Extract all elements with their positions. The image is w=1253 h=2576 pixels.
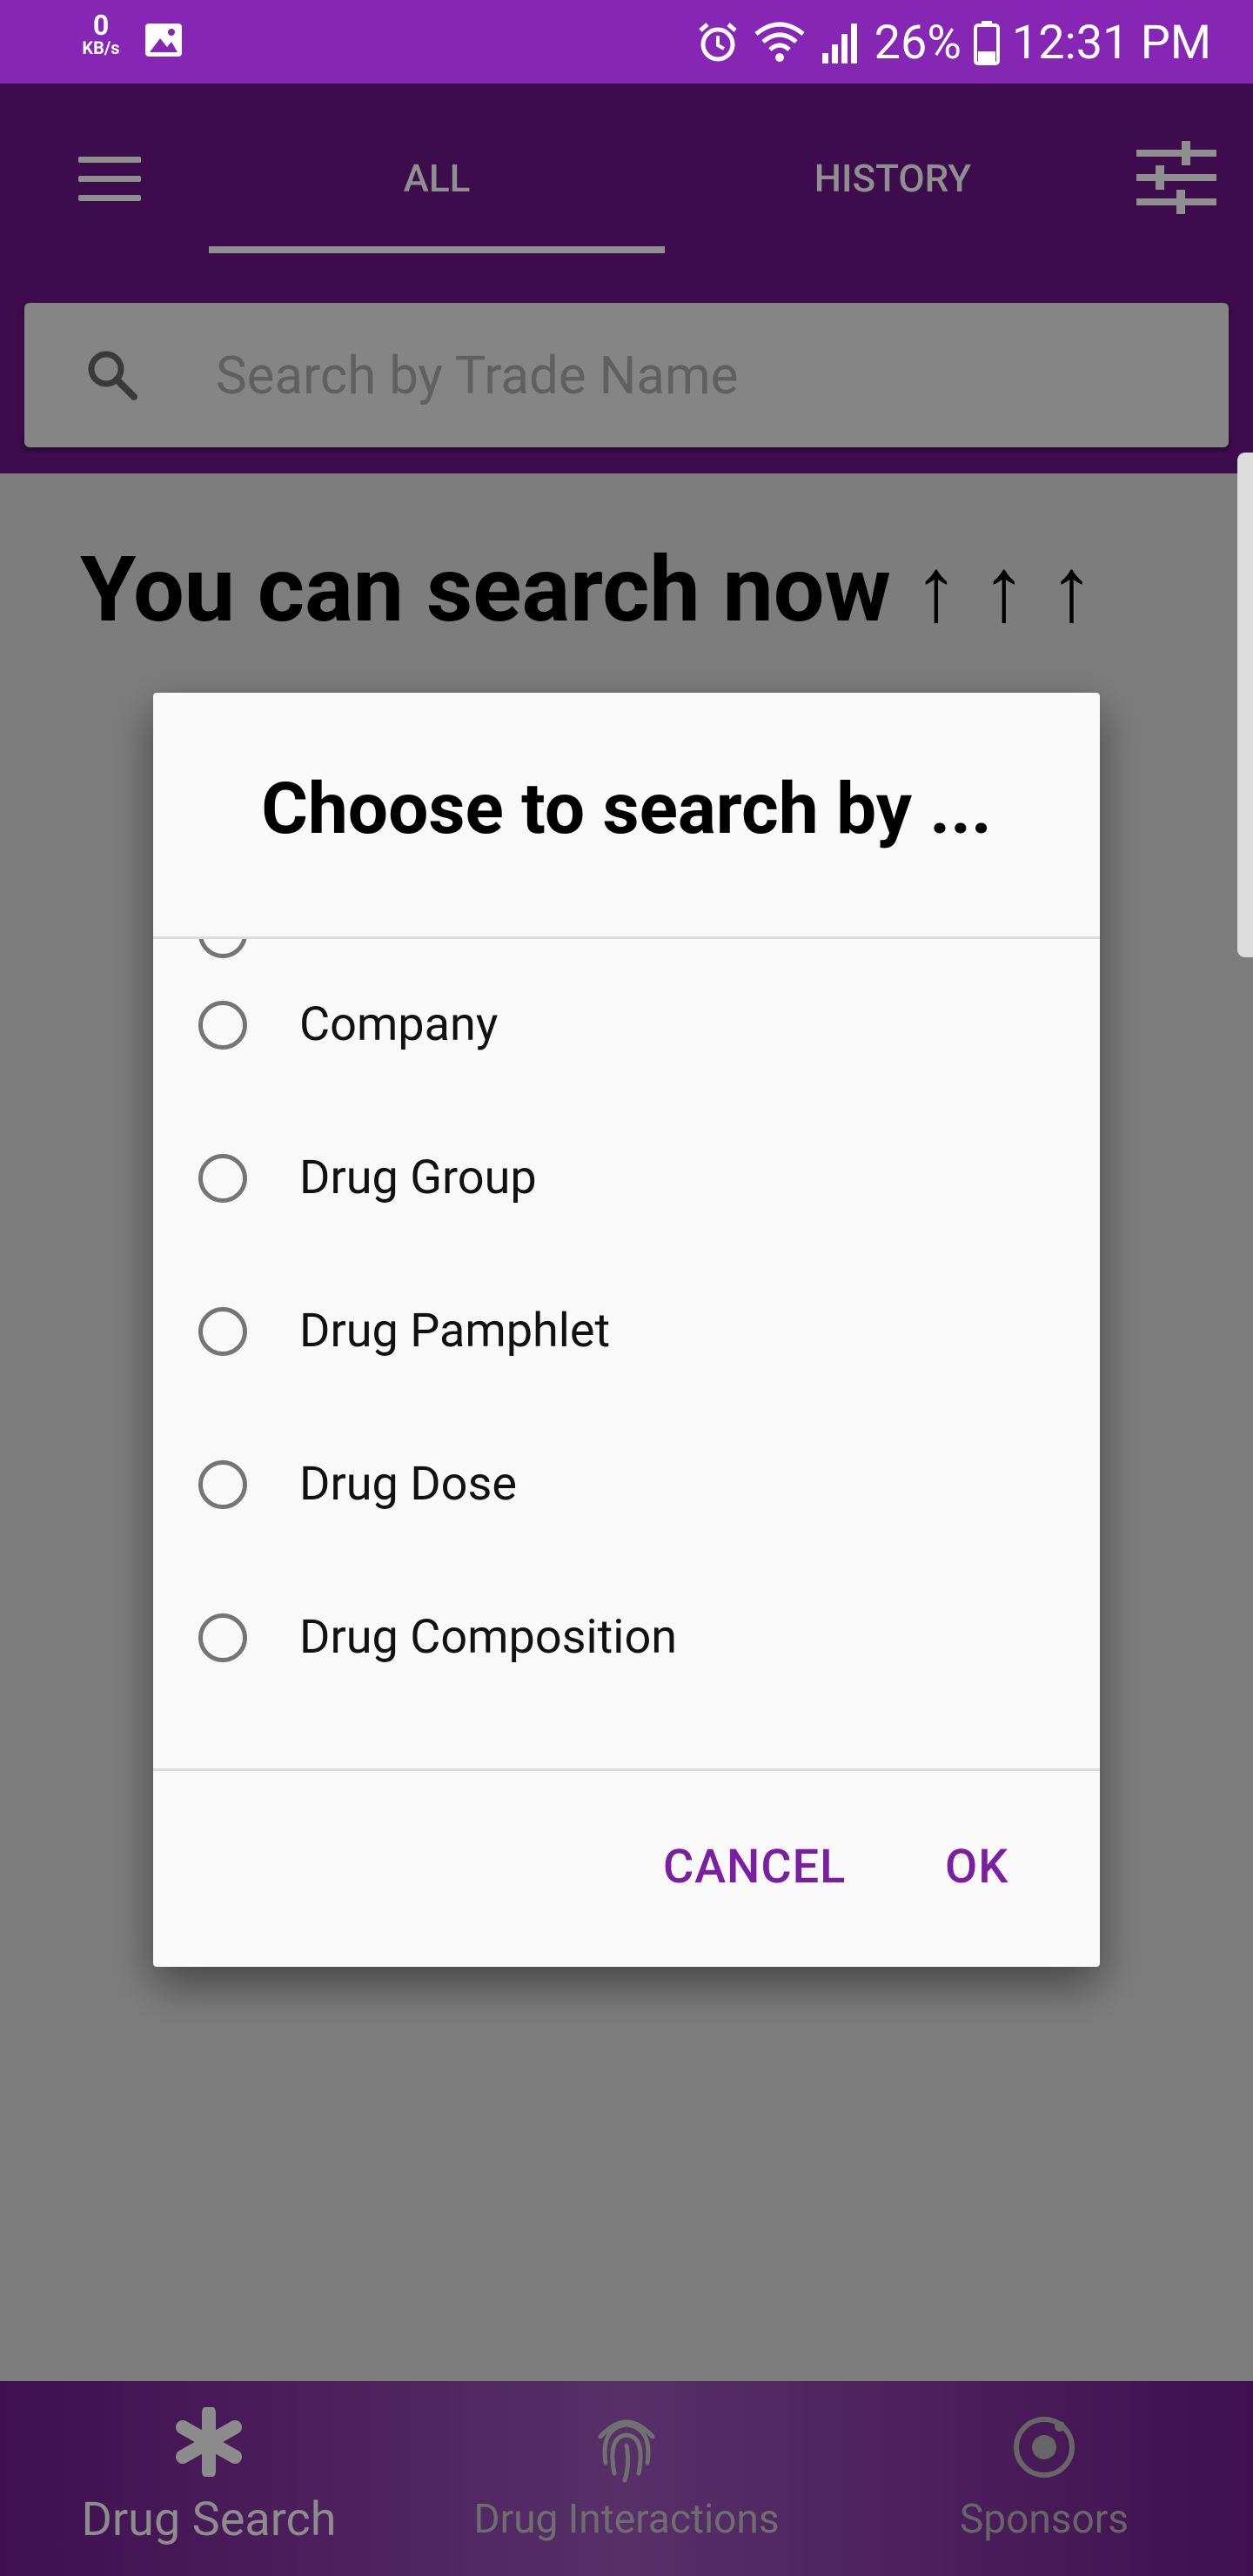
ok-button[interactable]: OK [945, 1840, 1008, 1895]
asterisk-icon [176, 2407, 242, 2477]
radio-button[interactable] [198, 1460, 247, 1509]
search-by-dialog: Choose to search by ... Company Drug Gro… [153, 693, 1100, 1967]
battery-icon [973, 21, 1000, 65]
radio-button[interactable] [198, 1001, 247, 1050]
filter-sliders-icon[interactable] [1136, 139, 1216, 216]
menu-icon[interactable] [78, 157, 141, 202]
option-company[interactable]: Company [153, 997, 1100, 1149]
wifi-icon [754, 22, 805, 62]
option-drug-composition[interactable]: Drug Composition [153, 1610, 1100, 1718]
signal-icon [821, 23, 857, 64]
nav-item-drug-interactions[interactable]: Drug Interactions [435, 2398, 818, 2564]
option-label: Drug Pamphlet [299, 1304, 611, 1358]
radio-button[interactable] [198, 939, 247, 958]
clock: 12:31 PM [1011, 15, 1211, 70]
fingerprint-icon [598, 2419, 655, 2483]
nav-item-drug-search[interactable]: Drug Search [35, 2398, 383, 2564]
cancel-button[interactable]: CANCEL [663, 1840, 846, 1895]
alarm-icon [699, 23, 737, 62]
option-drug-pamphlet[interactable]: Drug Pamphlet [153, 1304, 1100, 1455]
network-speed-unit: KB/s [82, 37, 120, 58]
headline: You can search now ↑ ↑ ↑ [80, 538, 1095, 643]
radio-button[interactable] [198, 1154, 247, 1203]
network-speed: 0 KB/s [73, 11, 129, 58]
nav-label: Sponsors [959, 2496, 1129, 2543]
scrollbar[interactable] [1237, 453, 1253, 957]
option-drug-group[interactable]: Drug Group [153, 1150, 1100, 1302]
status-bar: 0 KB/s 26% 12:31 PM [0, 0, 1253, 84]
nav-label: Drug Search [81, 2492, 337, 2547]
sponsor-circle-icon [1014, 2417, 1075, 2478]
image-icon [145, 23, 182, 57]
divider [153, 1768, 1100, 1771]
tab-all-label: ALL [403, 156, 471, 201]
option-label: Company [299, 997, 499, 1052]
option-label: Drug Dose [299, 1457, 517, 1512]
option-label: Drug Group [299, 1150, 537, 1205]
tab-all[interactable]: ALL [209, 148, 665, 209]
tab-history-label: HISTORY [814, 156, 972, 201]
list-item-clipped [153, 939, 1100, 974]
search-bar[interactable]: Search by Trade Name [24, 303, 1229, 447]
tab-history[interactable]: HISTORY [665, 148, 1121, 209]
option-label: Drug Composition [299, 1610, 678, 1665]
battery-percent: 26% [874, 15, 962, 70]
search-icon [88, 351, 137, 400]
tab-indicator [209, 246, 665, 253]
search-input[interactable]: Search by Trade Name [216, 345, 738, 406]
dialog-title: Choose to search by ... [261, 768, 992, 851]
radio-button[interactable] [198, 1613, 247, 1662]
nav-item-sponsors[interactable]: Sponsors [870, 2398, 1218, 2564]
nav-label: Drug Interactions [473, 2496, 780, 2543]
radio-button[interactable] [198, 1307, 247, 1356]
option-drug-dose[interactable]: Drug Dose [153, 1457, 1100, 1608]
